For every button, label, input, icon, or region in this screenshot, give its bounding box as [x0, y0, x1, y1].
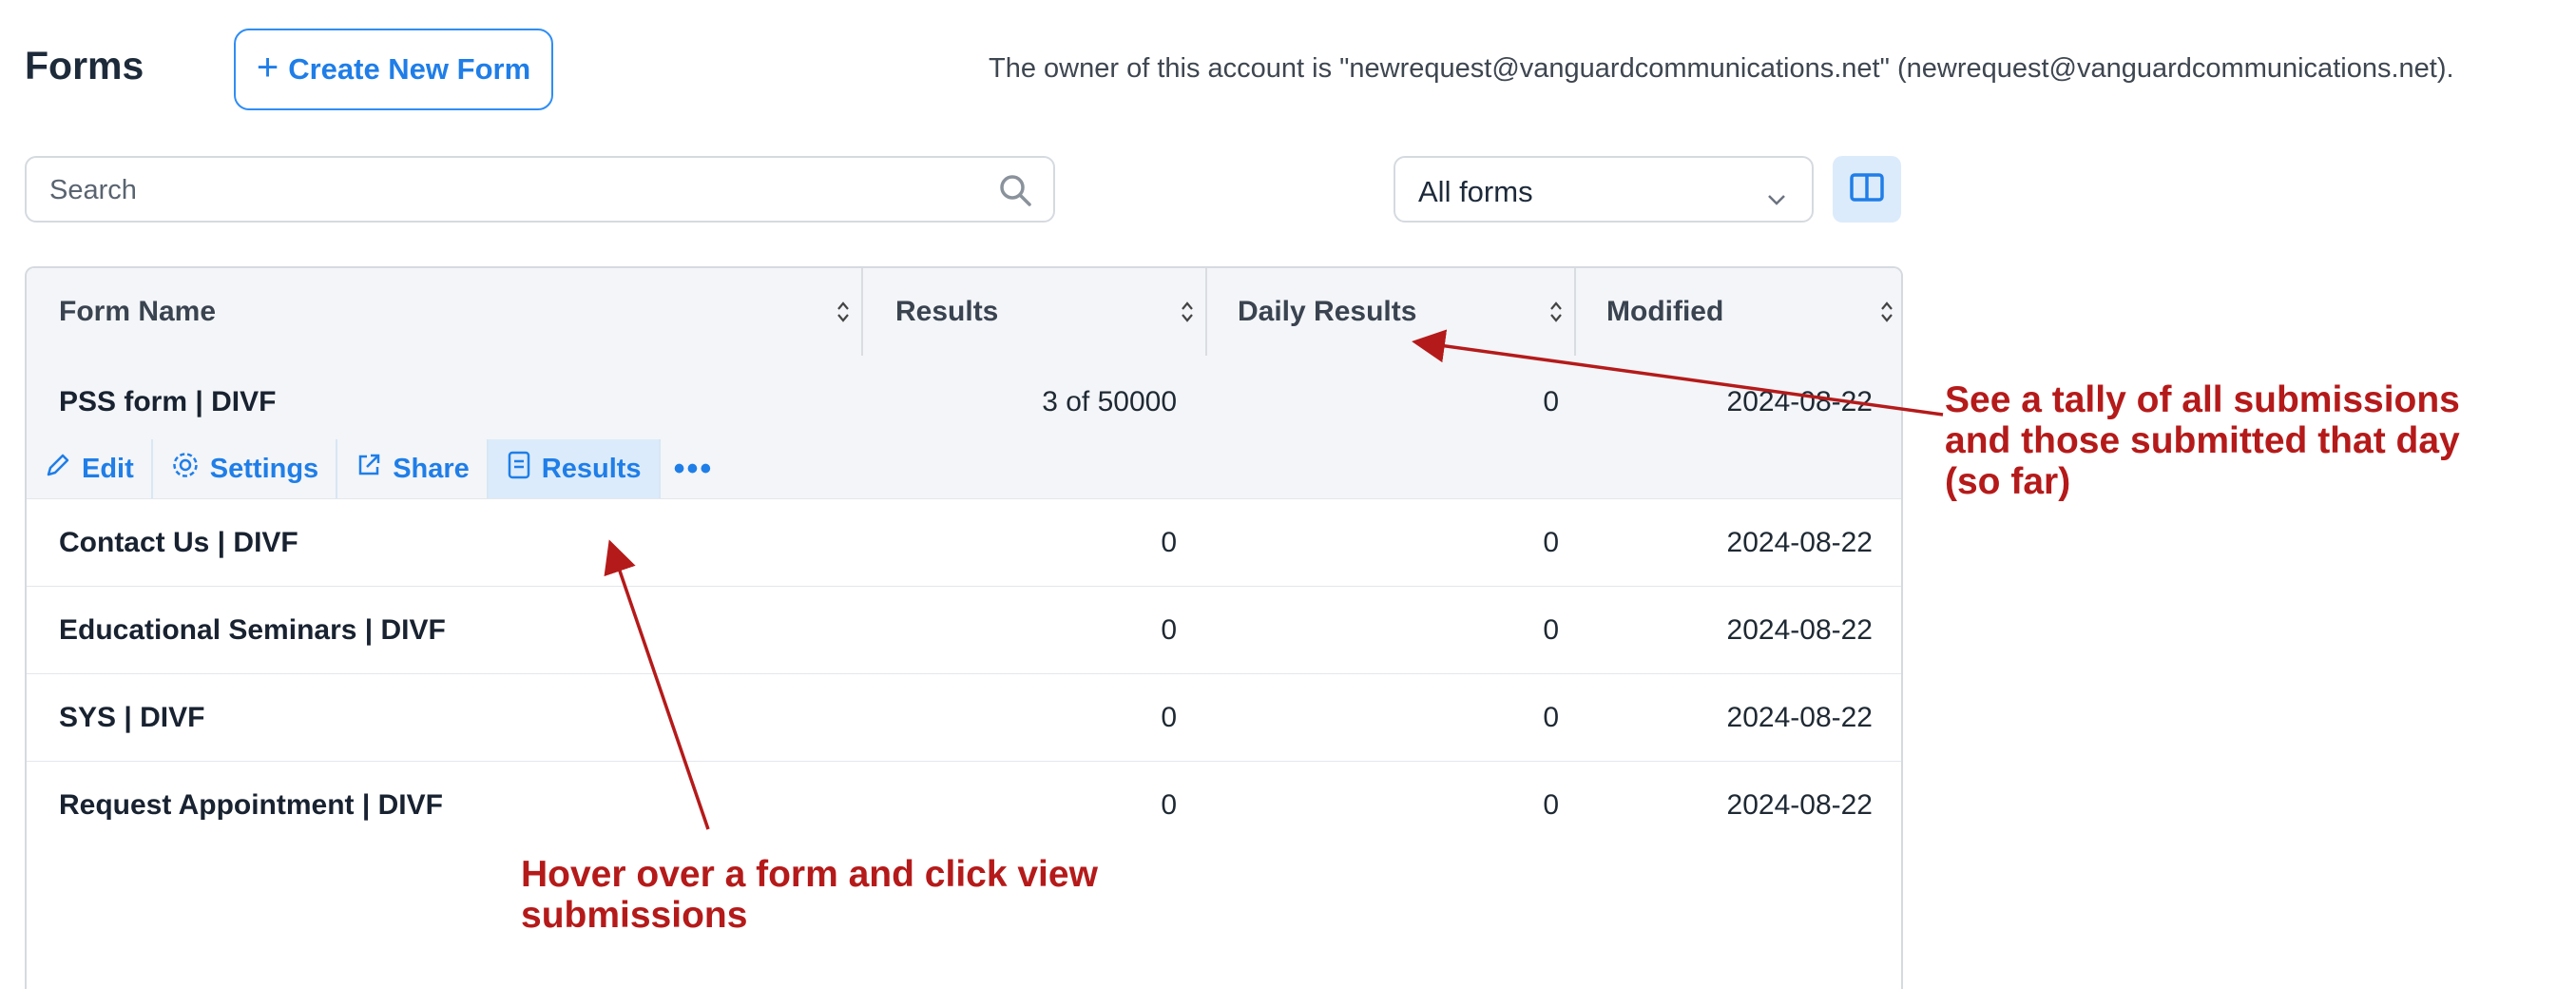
- form-filter-value: All forms: [1418, 175, 1533, 208]
- search-input[interactable]: [48, 158, 983, 223]
- page-title: Forms: [25, 44, 144, 87]
- plus-icon: +: [256, 47, 279, 88]
- modified-date: 2024-08-22: [1726, 702, 1873, 733]
- modified-date: 2024-08-22: [1726, 789, 1873, 821]
- daily-results-count: 0: [1543, 386, 1559, 417]
- external-link-icon: [355, 451, 383, 487]
- sort-icon: [1880, 300, 1894, 332]
- hover-annotation: Hover over a form and click view submiss…: [521, 854, 1098, 936]
- settings-button[interactable]: Settings: [153, 439, 338, 498]
- gear-icon: [170, 450, 201, 488]
- column-header-daily-results[interactable]: Daily Results: [1207, 268, 1576, 356]
- results-button[interactable]: Results: [488, 439, 661, 498]
- modified-date: 2024-08-22: [1726, 527, 1873, 558]
- table-row[interactable]: Educational Seminars | DIVF 0 0 2024-08-…: [27, 586, 1901, 674]
- columns-toggle-button[interactable]: [1833, 156, 1901, 223]
- row-actions: Edit Settings Share Results •••: [27, 439, 726, 498]
- more-icon[interactable]: •••: [661, 439, 727, 498]
- table-row[interactable]: SYS | DIVF 0 0 2024-08-22: [27, 673, 1901, 762]
- search-icon[interactable]: [996, 171, 1034, 214]
- share-button[interactable]: Share: [337, 439, 489, 498]
- daily-results-count: 0: [1543, 527, 1559, 558]
- modified-date: 2024-08-22: [1726, 614, 1873, 646]
- form-name[interactable]: Educational Seminars | DIVF: [59, 614, 446, 647]
- column-header-results[interactable]: Results: [863, 268, 1207, 356]
- account-owner-text: The owner of this account is "newrequest…: [989, 53, 2454, 84]
- form-filter-select[interactable]: All forms: [1394, 156, 1814, 223]
- form-name[interactable]: PSS form | DIVF: [59, 386, 276, 418]
- table-row[interactable]: PSS form | DIVF 3 of 50000 0 2024-08-22 …: [27, 356, 1901, 499]
- create-new-form-button[interactable]: + Create New Form: [234, 29, 553, 110]
- results-count: 0: [1161, 614, 1177, 646]
- sort-icon: [1181, 300, 1194, 332]
- form-name[interactable]: SYS | DIVF: [59, 702, 204, 734]
- modified-date: 2024-08-22: [1726, 386, 1873, 417]
- pencil-icon: [44, 451, 72, 487]
- results-count: 0: [1161, 789, 1177, 821]
- column-header-form-name[interactable]: Form Name: [27, 268, 863, 356]
- sort-icon: [1549, 300, 1563, 332]
- edit-button[interactable]: Edit: [27, 439, 153, 498]
- sort-icon: [836, 300, 850, 332]
- column-header-modified[interactable]: Modified: [1576, 268, 1901, 356]
- results-count: 0: [1161, 527, 1177, 558]
- daily-results-count: 0: [1543, 789, 1559, 821]
- table-header: Form Name Results Daily Results Modified: [27, 268, 1901, 358]
- table-row[interactable]: Contact Us | DIVF 0 0 2024-08-22: [27, 498, 1901, 587]
- daily-results-count: 0: [1543, 702, 1559, 733]
- daily-results-count: 0: [1543, 614, 1559, 646]
- results-count: 0: [1161, 702, 1177, 733]
- tally-annotation: See a tally of all submissions and those…: [1945, 379, 2460, 502]
- form-name[interactable]: Request Appointment | DIVF: [59, 789, 443, 822]
- create-new-form-label: Create New Form: [288, 52, 531, 86]
- search-box[interactable]: [25, 156, 1055, 223]
- columns-icon: [1849, 172, 1885, 207]
- results-count: 3 of 50000: [1042, 386, 1177, 417]
- table-row[interactable]: Request Appointment | DIVF 0 0 2024-08-2…: [27, 761, 1901, 848]
- document-icon: [506, 450, 532, 488]
- form-name[interactable]: Contact Us | DIVF: [59, 527, 298, 559]
- chevron-down-icon: [1766, 181, 1787, 215]
